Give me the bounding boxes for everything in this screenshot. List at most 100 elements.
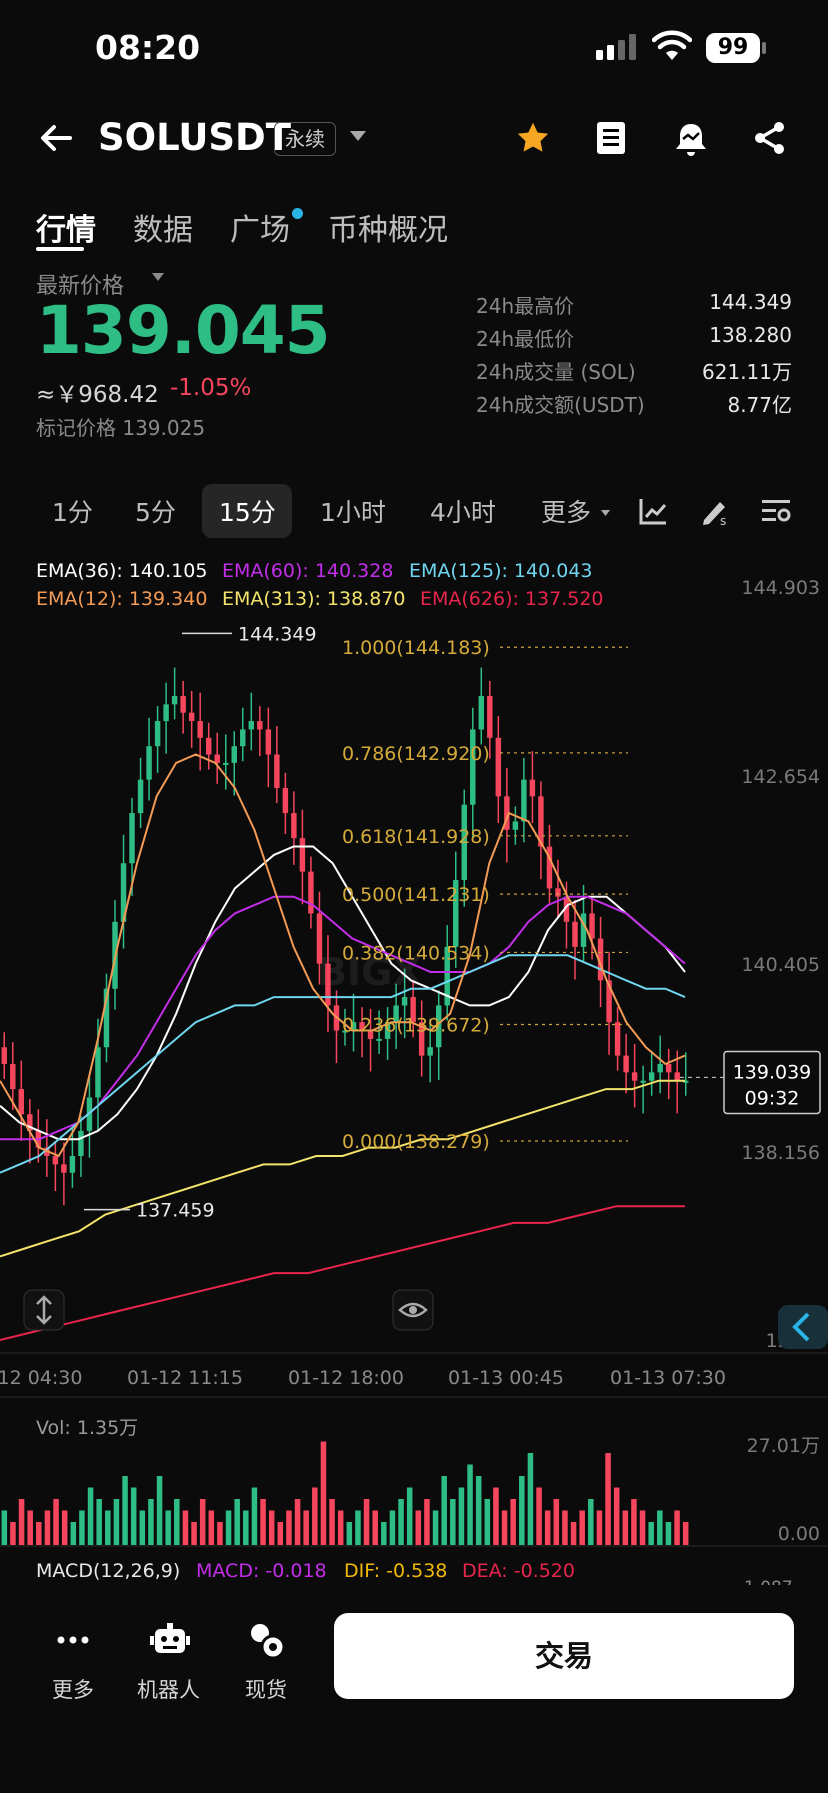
volume-bar <box>613 1487 620 1545</box>
volume-bar <box>139 1510 146 1545</box>
interval-4h[interactable]: 4小时 <box>430 493 496 529</box>
candle-body <box>648 1072 655 1081</box>
candle-body <box>95 1047 101 1098</box>
interval-1m[interactable]: 1分 <box>52 493 93 529</box>
favorite-star-icon[interactable] <box>515 120 551 156</box>
volume-bar <box>225 1510 232 1545</box>
low-marker-label: 137.459 <box>136 1200 215 1222</box>
spot-label[interactable]: 现货 <box>245 1674 287 1704</box>
price-alert-bell-icon[interactable] <box>672 120 710 158</box>
volume-axis-tick: 27.01万 <box>747 1435 820 1457</box>
volume-bar <box>27 1510 33 1545</box>
candle-body <box>231 746 237 763</box>
tab-coin-overview[interactable]: 币种概况 <box>328 205 448 249</box>
volume-bar <box>113 1499 120 1545</box>
robot-icon[interactable] <box>150 1622 190 1658</box>
volume-bar <box>18 1499 25 1545</box>
contract-type-badge: 永续 <box>274 122 336 156</box>
volume-bar <box>536 1487 542 1545</box>
macd-value: MACD: -0.018 <box>196 1560 327 1582</box>
tab-data[interactable]: 数据 <box>133 205 193 249</box>
cny-value: ≈￥968.42 <box>36 382 159 408</box>
candle-body <box>78 1130 84 1156</box>
active-tab-underline <box>36 247 84 251</box>
volume-bar <box>174 1499 180 1545</box>
volume-bar <box>562 1510 568 1545</box>
candle-body <box>1 1047 7 1064</box>
candle-body <box>171 695 178 705</box>
volume-bar <box>467 1464 473 1545</box>
candle-body <box>657 1063 663 1073</box>
candle-body <box>316 913 323 964</box>
volume-bar <box>657 1510 663 1545</box>
back-arrow-icon[interactable] <box>36 118 76 158</box>
interval-more[interactable]: 更多 <box>541 493 591 529</box>
macd-dif: DIF: -0.538 <box>344 1560 448 1582</box>
interval-1h[interactable]: 1小时 <box>320 493 386 529</box>
volume-bar <box>363 1499 370 1545</box>
volume-bar <box>105 1510 111 1545</box>
candle-body <box>61 1164 67 1173</box>
candle-body <box>146 746 152 780</box>
more-label[interactable]: 更多 <box>52 1674 94 1704</box>
interval-15m[interactable]: 15分 <box>219 493 276 529</box>
candle-body <box>163 704 169 722</box>
volume-bar <box>53 1499 59 1545</box>
ema-line <box>0 1079 685 1258</box>
volume-bar <box>277 1522 284 1545</box>
volume-bar <box>268 1510 275 1545</box>
volume-label: Vol: 1.35万 <box>36 1417 139 1439</box>
scroll-latest-button[interactable] <box>778 1305 828 1349</box>
stat-label-low: 24h最低价 <box>476 327 575 351</box>
tab-market[interactable]: 行情 <box>36 205 96 249</box>
candle-body <box>154 721 161 747</box>
volume-bar <box>553 1499 560 1545</box>
drawing-tools-icon[interactable]: s <box>700 496 732 526</box>
volume-bar <box>398 1499 404 1545</box>
bot-label[interactable]: 机器人 <box>137 1674 200 1704</box>
volume-bar <box>406 1487 413 1545</box>
volume-bar <box>303 1510 309 1545</box>
stat-value-low: 138.280 <box>709 323 792 347</box>
x-axis-tick: 01-13 07:30 <box>610 1367 726 1389</box>
volume-bar <box>208 1510 215 1545</box>
macd-dea: DEA: -0.520 <box>462 1560 575 1582</box>
trade-button[interactable]: 交易 <box>334 1613 794 1699</box>
indicator-settings-icon[interactable] <box>760 496 792 526</box>
symbol-title[interactable]: SOLUSDT <box>98 116 291 159</box>
spot-coins-icon[interactable] <box>248 1622 286 1660</box>
volume-bar <box>372 1510 378 1545</box>
orderbook-icon[interactable] <box>594 120 628 156</box>
chevron-down-icon[interactable] <box>350 131 366 143</box>
volume-bar <box>260 1499 266 1545</box>
share-icon[interactable] <box>752 120 788 156</box>
candle-body <box>180 695 186 713</box>
eye-pupil <box>409 1306 417 1314</box>
volume-bar <box>130 1487 137 1545</box>
volume-bar <box>70 1522 77 1545</box>
candle-body <box>188 712 195 722</box>
volume-bar <box>44 1510 51 1545</box>
volume-bar <box>320 1441 327 1545</box>
tab-square[interactable]: 广场 <box>230 205 290 249</box>
chart-type-icon[interactable] <box>638 496 668 526</box>
notification-dot <box>292 208 303 219</box>
chevron-down-icon[interactable] <box>152 273 164 282</box>
volume-bar <box>579 1510 585 1545</box>
fib-level-label: 0.000(138.279) <box>342 1131 490 1153</box>
last-price: 139.045 <box>36 292 331 369</box>
change-percent: -1.05% <box>170 375 252 401</box>
volume-bar <box>510 1499 516 1545</box>
volume-bar <box>294 1499 301 1545</box>
volume-bar <box>251 1487 258 1545</box>
stat-value-high: 144.349 <box>709 290 792 314</box>
chevron-down-icon[interactable] <box>601 510 610 517</box>
interval-5m[interactable]: 5分 <box>135 493 176 529</box>
volume-bar <box>475 1476 482 1545</box>
fib-level-label: 0.786(142.920) <box>342 743 490 765</box>
y-axis-tick: 140.405 <box>741 954 820 976</box>
ema-line <box>0 1205 685 1341</box>
candle-body <box>427 1047 433 1056</box>
volume-bar <box>432 1510 439 1545</box>
more-dots-icon[interactable] <box>55 1622 91 1658</box>
